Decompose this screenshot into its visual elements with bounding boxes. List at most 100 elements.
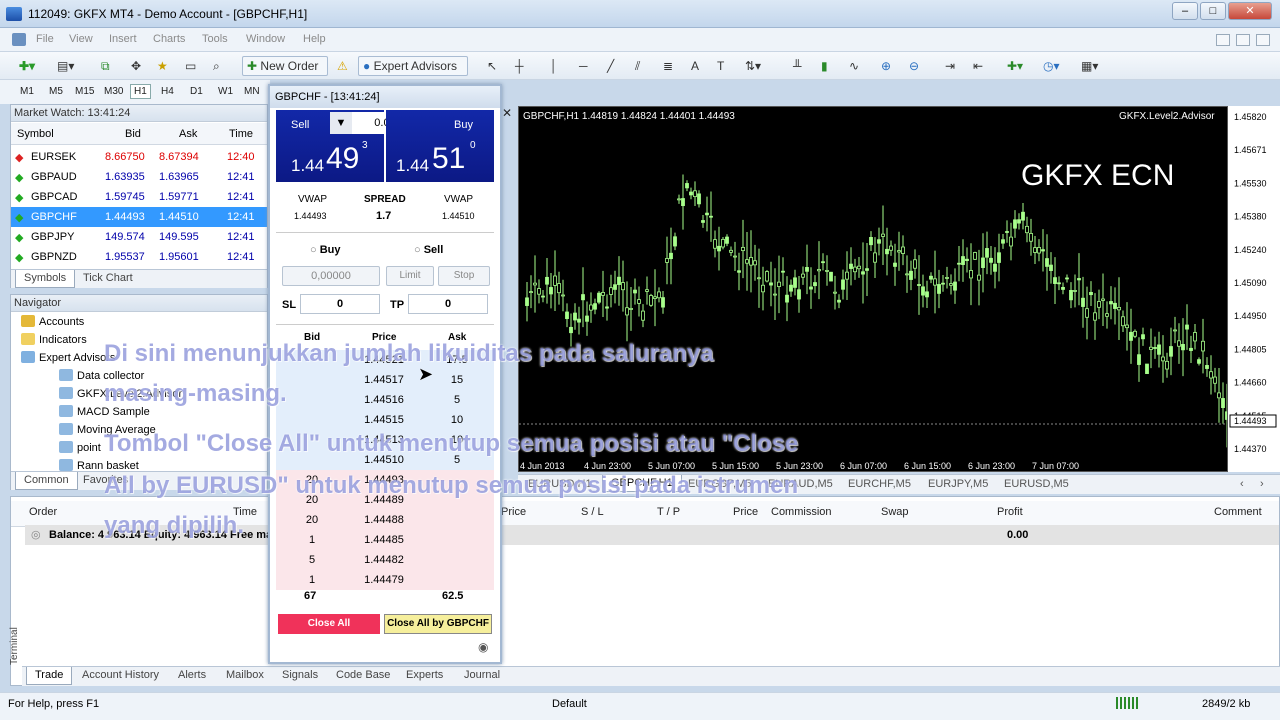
limit-button[interactable]: Limit [386, 266, 434, 286]
dom-row[interactable]: 20 1.44488 [276, 510, 494, 530]
tab-experts[interactable]: Experts [398, 667, 451, 685]
tab-tick-chart[interactable]: Tick Chart [75, 270, 141, 288]
close-all-by-symbol-button[interactable]: Close All by GBPCHF [384, 614, 492, 634]
chart-tab[interactable]: EURCHF,M5 [848, 478, 911, 490]
tab-code-base[interactable]: Code Base [328, 667, 398, 685]
col-time[interactable]: Time [229, 128, 253, 140]
col-comment[interactable]: Comment [1214, 506, 1262, 518]
menu-help[interactable]: Help [303, 33, 326, 45]
templates-icon[interactable]: ▦▾ [1076, 56, 1103, 76]
lot-down-button[interactable]: ▼ [330, 112, 352, 134]
menu-view[interactable]: View [69, 33, 93, 45]
nav-expert-advisors[interactable]: Expert Advisors [21, 351, 115, 369]
dom-row[interactable]: 1.44515 10 [276, 410, 494, 430]
tab-journal[interactable]: Journal [456, 667, 508, 685]
mdi-minimize-button[interactable] [1216, 34, 1230, 46]
dom-row[interactable]: 5 1.44482 [276, 550, 494, 570]
col-sl[interactable]: S / L [581, 506, 604, 518]
dom-row[interactable]: 1 1.44479 [276, 570, 494, 590]
dom-row[interactable]: 1 1.44485 [276, 530, 494, 550]
periods-icon[interactable]: ◷▾ [1038, 56, 1065, 76]
bar-chart-icon[interactable]: ╨ [788, 56, 807, 76]
maximize-button[interactable]: □ [1200, 2, 1226, 20]
mdi-restore-button[interactable] [1236, 34, 1250, 46]
zoom-out-icon[interactable]: ⊖ [904, 56, 924, 76]
market-row[interactable]: ◆ GBPJPY 149.574 149.595 12:41 [11, 227, 267, 247]
trendline-icon[interactable]: ╱ [602, 56, 619, 76]
stop-button[interactable]: Stop [438, 266, 490, 286]
pending-sell-radio[interactable]: ○ Sell [414, 244, 443, 256]
close-button[interactable]: ✕ [1228, 2, 1272, 20]
tester-icon[interactable]: ⌕ [208, 56, 225, 76]
line-chart-icon[interactable]: ∿ [844, 56, 864, 76]
tf-w1[interactable]: W1 [218, 86, 233, 97]
tab-trade[interactable]: Trade [26, 667, 73, 685]
nav-ea-item[interactable]: point [59, 441, 101, 459]
col-bid[interactable]: Bid [125, 128, 141, 140]
col-swap[interactable]: Swap [881, 506, 909, 518]
zoom-in-icon[interactable]: ⊕ [876, 56, 896, 76]
tab-scroll-right-icon[interactable]: › [1260, 478, 1264, 490]
new-chart-icon[interactable]: ✚▾ [14, 56, 40, 76]
sl-input[interactable]: 0 [300, 294, 380, 314]
pending-buy-radio[interactable]: ○ Buy [310, 244, 341, 256]
cursor-icon[interactable]: ↖ [482, 56, 502, 76]
menu-insert[interactable]: Insert [109, 33, 137, 45]
minimize-button[interactable]: – [1172, 2, 1198, 20]
tab-alerts[interactable]: Alerts [170, 667, 214, 685]
navigator-icon[interactable]: ★ [152, 56, 173, 76]
market-row[interactable]: ◆ EURSEK 8.66750 8.67394 12:40 [11, 147, 267, 167]
crosshair-icon[interactable]: ┼ [510, 56, 529, 76]
col-tp[interactable]: T / P [657, 506, 680, 518]
menu-window[interactable]: Window [246, 33, 285, 45]
tf-m30[interactable]: M30 [104, 86, 123, 97]
tab-account-history[interactable]: Account History [74, 667, 167, 685]
market-row[interactable]: ◆ GBPAUD 1.63935 1.63965 12:41 [11, 167, 267, 187]
market-row[interactable]: ◆ GBPCAD 1.59745 1.59771 12:41 [11, 187, 267, 207]
candlestick-icon[interactable]: ▮ [816, 56, 833, 76]
chart-close-icon[interactable]: ✕ [502, 106, 512, 120]
menu-file[interactable]: File [36, 33, 54, 45]
col-ask[interactable]: Ask [179, 128, 197, 140]
channel-icon[interactable]: ⫽ [630, 56, 645, 76]
menu-charts[interactable]: Charts [153, 33, 185, 45]
chart-shift-icon[interactable]: ⇤ [968, 56, 988, 76]
nav-accounts[interactable]: Accounts [21, 315, 84, 333]
terminal-icon[interactable]: ▭ [180, 56, 201, 76]
tf-h1[interactable]: H1 [130, 84, 151, 99]
eye-icon[interactable]: ◉ [478, 640, 488, 654]
tab-symbols[interactable]: Symbols [15, 270, 76, 288]
text-icon[interactable]: A [686, 56, 704, 76]
tp-input[interactable]: 0 [408, 294, 488, 314]
nav-indicators[interactable]: Indicators [21, 333, 87, 351]
arrows-icon[interactable]: ⇅▾ [740, 56, 766, 76]
tab-signals[interactable]: Signals [274, 667, 326, 685]
chart-tab[interactable]: EURUSD,M5 [1004, 478, 1069, 490]
auto-scroll-icon[interactable]: ⇥ [940, 56, 960, 76]
price-chart[interactable]: GBPCHF,H1 1.44819 1.44824 1.44401 1.4449… [518, 106, 1228, 472]
data-window-icon[interactable]: ✥ [126, 56, 146, 76]
tab-scroll-left-icon[interactable]: ‹ [1240, 478, 1244, 490]
vertical-line-icon[interactable]: │ [545, 56, 563, 76]
tf-d1[interactable]: D1 [190, 86, 203, 97]
market-watch-icon[interactable]: ⧉ [96, 56, 115, 76]
pending-price-input[interactable]: 0,00000 [282, 266, 380, 286]
expert-advisors-button[interactable]: ● Expert Advisors [358, 56, 468, 76]
dom-row[interactable]: 1.44517 15 [276, 370, 494, 390]
text-label-icon[interactable]: T [712, 56, 729, 76]
col-commission[interactable]: Commission [771, 506, 832, 518]
dom-row[interactable]: 1.44516 5 [276, 390, 494, 410]
fibonacci-icon[interactable]: ≣ [658, 56, 678, 76]
tf-m15[interactable]: M15 [75, 86, 94, 97]
tf-h4[interactable]: H4 [161, 86, 174, 97]
tf-mn[interactable]: MN [244, 86, 260, 97]
profiles-icon[interactable]: ▤▾ [52, 56, 79, 76]
horizontal-line-icon[interactable]: ─ [574, 56, 593, 76]
buy-block[interactable]: Buy 1.44 51 0 [386, 110, 494, 182]
col-profit[interactable]: Profit [997, 506, 1023, 518]
tab-common[interactable]: Common [15, 472, 78, 490]
tab-mailbox[interactable]: Mailbox [218, 667, 272, 685]
menu-tools[interactable]: Tools [202, 33, 228, 45]
new-order-button[interactable]: ✚ New Order [242, 56, 328, 76]
indicators-icon[interactable]: ✚▾ [1002, 56, 1028, 76]
